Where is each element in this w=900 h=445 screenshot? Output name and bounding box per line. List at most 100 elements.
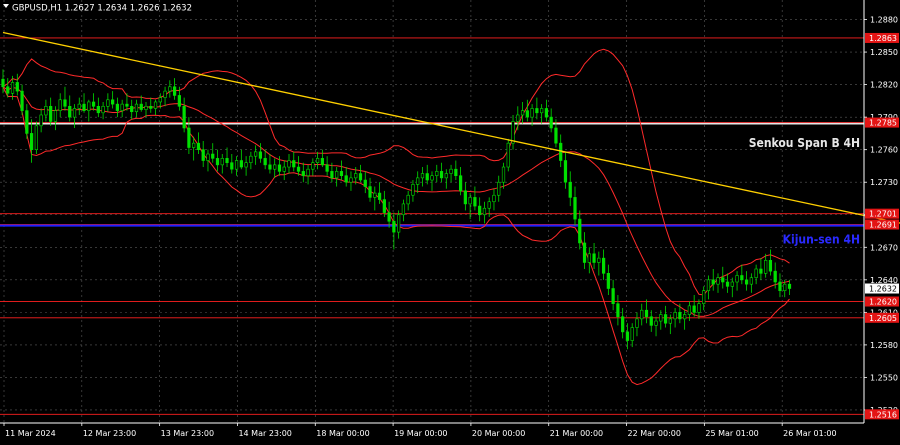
candle-body-95 [454, 168, 458, 177]
annotation-1: Kijun-sen 4H [783, 233, 860, 247]
candle-body-81 [387, 212, 391, 222]
candle-body-60 [287, 160, 291, 168]
y-tick-label-10: 1.2580 [870, 341, 898, 350]
candle-body-42 [201, 149, 205, 161]
x-tick-label-4: 18 Mar 00:00 [316, 429, 369, 438]
candle-body-64 [306, 168, 310, 177]
candle-body-70 [335, 171, 339, 179]
candle-body-49 [234, 160, 239, 170]
candle-body-89 [425, 173, 429, 181]
candle-body-114 [544, 108, 549, 118]
candle-body-115 [549, 116, 553, 129]
candle-body-56 [268, 164, 272, 170]
candle-body-156 [744, 279, 749, 285]
x-tick-label-6: 20 Mar 00:00 [472, 429, 525, 438]
candle-body-140 [668, 318, 672, 324]
candle-body-120 [573, 197, 577, 220]
candle-body-105 [501, 166, 506, 183]
candle-body-83 [397, 214, 401, 233]
candle-body-28 [134, 103, 139, 113]
y-tick-label-5: 1.2730 [870, 178, 898, 187]
candle-body-94 [449, 168, 453, 174]
candle-body-36 [172, 86, 177, 96]
y-tick-label-11: 1.2550 [870, 373, 898, 382]
candle-body-129 [616, 303, 620, 318]
level-badge-label-4: 1.2691 [869, 221, 897, 230]
candle-body-122 [582, 242, 587, 263]
candle-body-125 [597, 257, 601, 263]
candle-body-160 [764, 260, 768, 274]
candle-body-91 [435, 171, 439, 177]
y-tick-label-1: 1.2850 [870, 48, 898, 57]
candle-body-16 [77, 103, 81, 109]
candle-body-143 [683, 314, 687, 320]
candle-body-157 [749, 277, 753, 285]
candle-body-68 [325, 164, 329, 172]
candle-body-93 [444, 173, 448, 179]
candle-body-74 [354, 173, 358, 179]
candle-body-159 [759, 268, 763, 274]
candle-body-148 [706, 279, 711, 291]
candle-body-75 [358, 173, 363, 181]
candle-body-14 [68, 105, 72, 118]
candle-body-19 [91, 101, 96, 107]
candle-body-137 [654, 320, 658, 326]
candle-body-18 [87, 101, 91, 111]
candle-body-58 [277, 164, 282, 172]
candle-body-38 [182, 105, 186, 129]
candle-body-97 [463, 190, 467, 205]
candle-body-37 [177, 95, 181, 107]
candle-body-9 [44, 105, 48, 116]
candle-body-23 [111, 99, 115, 105]
candle-body-45 [215, 158, 220, 166]
candle-body-121 [578, 218, 582, 244]
candle-body-34 [163, 90, 167, 98]
candle-body-63 [301, 171, 305, 177]
candle-body-41 [196, 142, 201, 150]
candle-body-40 [192, 142, 196, 148]
level-badge-label-3: 1.2701 [869, 210, 897, 219]
candle-body-76 [363, 179, 367, 187]
y-tick-label-4: 1.2760 [870, 146, 898, 155]
candle-body-2 [10, 82, 15, 94]
candle-body-144 [687, 305, 692, 315]
candle-body-163 [778, 281, 782, 291]
candle-body-100 [478, 205, 482, 216]
candle-body-55 [263, 158, 267, 166]
candle-body-50 [239, 160, 243, 168]
candle-body-85 [406, 194, 410, 205]
x-tick-label-9: 25 Mar 01:00 [705, 429, 758, 438]
candle-body-139 [663, 314, 668, 324]
candle-body-27 [130, 105, 134, 113]
candle-body-67 [320, 158, 324, 166]
annotation-0: Senkou Span B 4H [749, 136, 860, 150]
candle-body-21 [101, 105, 105, 114]
candle-body-39 [187, 127, 191, 148]
x-tick-label-10: 26 Mar 01:00 [783, 429, 836, 438]
candle-body-51 [244, 162, 248, 168]
level-badge-label-8: 1.2516 [869, 410, 897, 419]
candle-body-113 [540, 108, 544, 114]
candle-body-79 [377, 192, 382, 200]
price-chart: 1.28801.28501.28201.27901.27601.27301.27… [0, 0, 900, 441]
candle-body-62 [296, 166, 301, 172]
candle-body-131 [625, 331, 630, 341]
candle-body-118 [563, 160, 568, 183]
candle-body-72 [344, 175, 348, 183]
candle-body-87 [416, 177, 420, 185]
candle-body-52 [249, 155, 253, 163]
candle-body-116 [554, 127, 558, 144]
candle-body-161 [768, 260, 773, 272]
level-badge-label-1: 1.2785 [869, 119, 897, 128]
candle-body-102 [487, 201, 491, 209]
candle-body-101 [482, 207, 487, 216]
candle-body-48 [230, 162, 234, 170]
candle-body-82 [392, 220, 396, 233]
candle-body-25 [120, 103, 124, 111]
candle-body-162 [773, 270, 777, 283]
candle-body-150 [716, 277, 720, 285]
candle-body-78 [373, 192, 377, 198]
candle-body-59 [282, 166, 286, 172]
candle-body-103 [492, 194, 496, 203]
x-tick-label-0: 11 Mar 2024 [5, 429, 56, 438]
